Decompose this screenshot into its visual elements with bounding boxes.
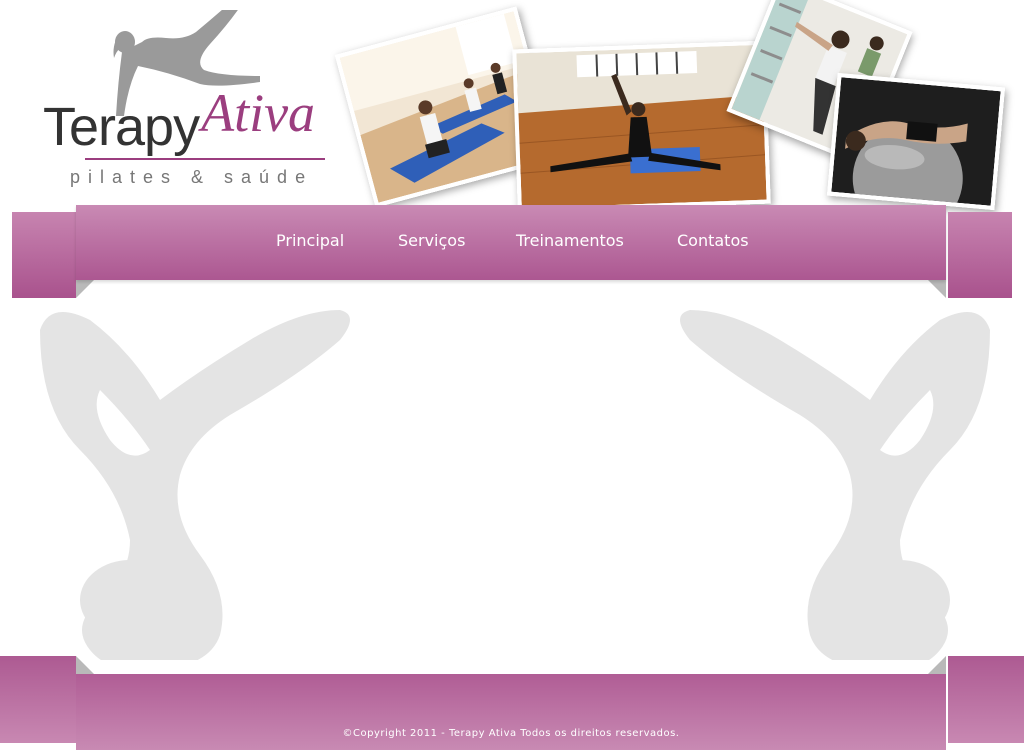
copyright-label: Copyright 2011 - Terapy Ativa Todos os d… bbox=[353, 728, 680, 739]
logo-tagline: pilates & saúde bbox=[70, 167, 314, 187]
footer: ©Copyright 2011 - Terapy Ativa Todos os … bbox=[76, 674, 946, 750]
yoga-silhouette-left-icon bbox=[40, 310, 350, 660]
copyright-symbol: © bbox=[342, 728, 353, 739]
logo[interactable]: TerapyAtiva pilates & saúde bbox=[40, 10, 360, 195]
nav-ribbon-left bbox=[12, 212, 76, 298]
header: TerapyAtiva pilates & saúde bbox=[0, 0, 1024, 213]
nav-item-treinamentos[interactable]: Treinamentos bbox=[516, 231, 624, 250]
logo-wordmark: TerapyAtiva bbox=[43, 86, 315, 157]
photo-split-stretch bbox=[512, 40, 771, 213]
nav-item-contatos[interactable]: Contatos bbox=[677, 231, 749, 250]
footer-ribbon-right bbox=[948, 656, 1024, 743]
yoga-silhouette-right-icon bbox=[680, 310, 990, 660]
nav-fold-left bbox=[76, 280, 94, 298]
logo-name-main: Terapy bbox=[43, 97, 200, 157]
footer-fold-right bbox=[928, 656, 946, 674]
copyright-text: ©Copyright 2011 - Terapy Ativa Todos os … bbox=[76, 728, 946, 739]
logo-divider bbox=[85, 158, 325, 160]
nav-item-servicos[interactable]: Serviços bbox=[398, 231, 465, 250]
nav-items: Principal Serviços Treinamentos Contatos bbox=[76, 205, 946, 280]
nav-ribbon-right bbox=[948, 212, 1012, 298]
main-nav: Principal Serviços Treinamentos Contatos bbox=[76, 205, 946, 280]
nav-fold-right bbox=[928, 280, 946, 298]
footer-ribbon-left bbox=[0, 656, 76, 743]
photo-exercise-ball bbox=[826, 72, 1006, 211]
footer-fold-left bbox=[76, 656, 94, 674]
nav-item-principal[interactable]: Principal bbox=[276, 231, 344, 250]
logo-name-accent: Ativa bbox=[201, 83, 316, 143]
